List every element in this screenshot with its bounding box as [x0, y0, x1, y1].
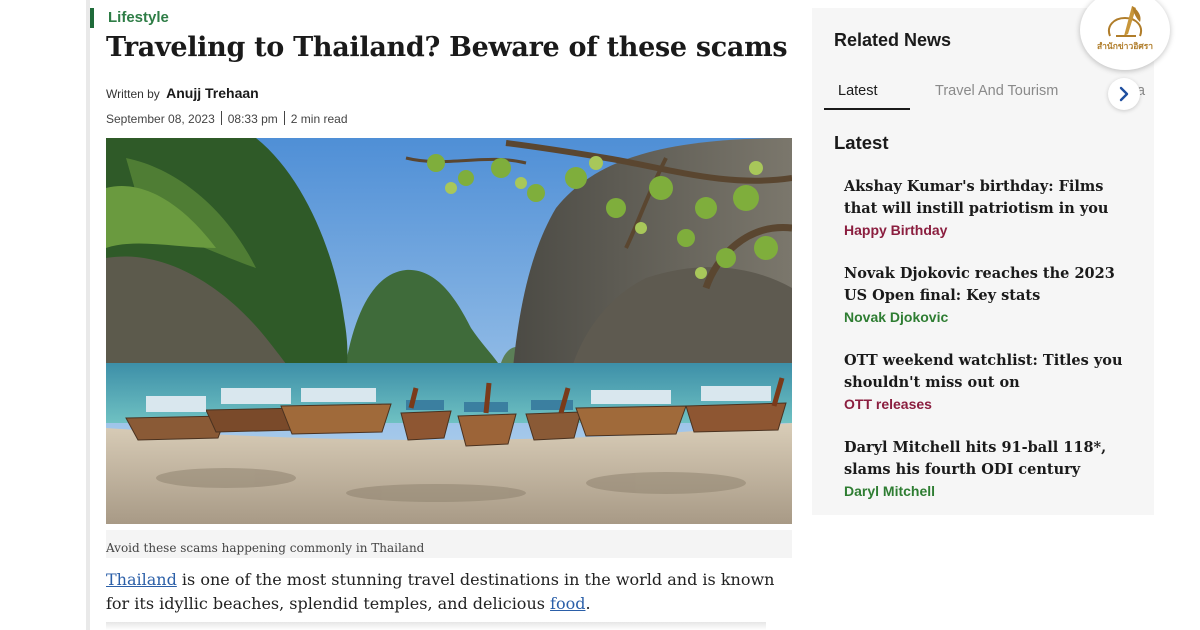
image-caption-box: Avoid these scams happening commonly in …	[106, 530, 792, 558]
list-item[interactable]: Akshay Kumar's birthday: Films that will…	[844, 176, 1134, 263]
chevron-right-icon	[1119, 86, 1129, 102]
active-tab-indicator	[824, 108, 910, 110]
category-accent-bar	[90, 8, 94, 28]
hero-image	[106, 138, 792, 524]
body-text-1: is one of the most stunning travel desti…	[106, 570, 775, 613]
next-paragraph-fade	[106, 622, 766, 630]
list-item[interactable]: OTT weekend watchlist: Titles you should…	[844, 350, 1134, 437]
publish-time: 08:33 pm	[227, 112, 278, 126]
meta-divider	[220, 111, 222, 125]
article-headline: Traveling to Thailand? Beware of these s…	[106, 32, 788, 63]
list-item[interactable]: Daryl Mitchell hits 91-ball 118*, slams …	[844, 437, 1134, 524]
meta-divider	[283, 111, 285, 125]
read-time: 2 min read	[290, 112, 348, 126]
tabs-next-button[interactable]	[1108, 78, 1140, 110]
news-headline[interactable]: Akshay Kumar's birthday: Films that will…	[844, 176, 1134, 220]
written-by-label: Written by	[106, 87, 160, 101]
tab-latest[interactable]: Latest	[838, 83, 878, 99]
food-link[interactable]: food	[550, 594, 585, 613]
latest-heading: Latest	[834, 132, 889, 153]
news-tag[interactable]: Daryl Mitchell	[844, 481, 1134, 501]
beach-longtail-boats-illustration	[106, 138, 792, 524]
news-tag[interactable]: OTT releases	[844, 394, 1134, 414]
publish-date: September 08, 2023	[106, 112, 215, 126]
news-tag[interactable]: Novak Djokovic	[844, 307, 1134, 327]
thailand-link[interactable]: Thailand	[106, 570, 177, 589]
related-news-sidebar: Related News Latest Travel And Tourism a…	[812, 8, 1154, 515]
list-item[interactable]: Novak Djokovic reaches the 2023 US Open …	[844, 263, 1134, 350]
byline: Written by Anujj Trehaan	[106, 85, 259, 101]
news-tag[interactable]: Happy Birthday	[844, 220, 1134, 240]
news-headline[interactable]: Daryl Mitchell hits 91-ball 118*, slams …	[844, 437, 1134, 481]
news-list: Akshay Kumar's birthday: Films that will…	[844, 176, 1134, 524]
news-headline[interactable]: OTT weekend watchlist: Titles you should…	[844, 350, 1134, 394]
article-meta: September 08, 2023 08:33 pm 2 min read	[106, 111, 348, 126]
news-headline[interactable]: Novak Djokovic reaches the 2023 US Open …	[844, 263, 1134, 307]
image-caption: Avoid these scams happening commonly in …	[106, 541, 425, 555]
sidebar-title: Related News	[834, 30, 952, 50]
tab-travel-and-tourism[interactable]: Travel And Tourism	[935, 83, 1058, 99]
article: Lifestyle Traveling to Thailand? Beware …	[86, 0, 796, 630]
author-link[interactable]: Anujj Trehaan	[166, 85, 259, 101]
news-tabs: Latest Travel And Tourism a	[812, 78, 1154, 116]
category-link[interactable]: Lifestyle	[108, 9, 169, 26]
article-body: Thailand is one of the most stunning tra…	[106, 568, 796, 616]
body-text-2: .	[585, 594, 591, 613]
logo-text: สำนักข่าวอิศรา	[1096, 41, 1154, 51]
